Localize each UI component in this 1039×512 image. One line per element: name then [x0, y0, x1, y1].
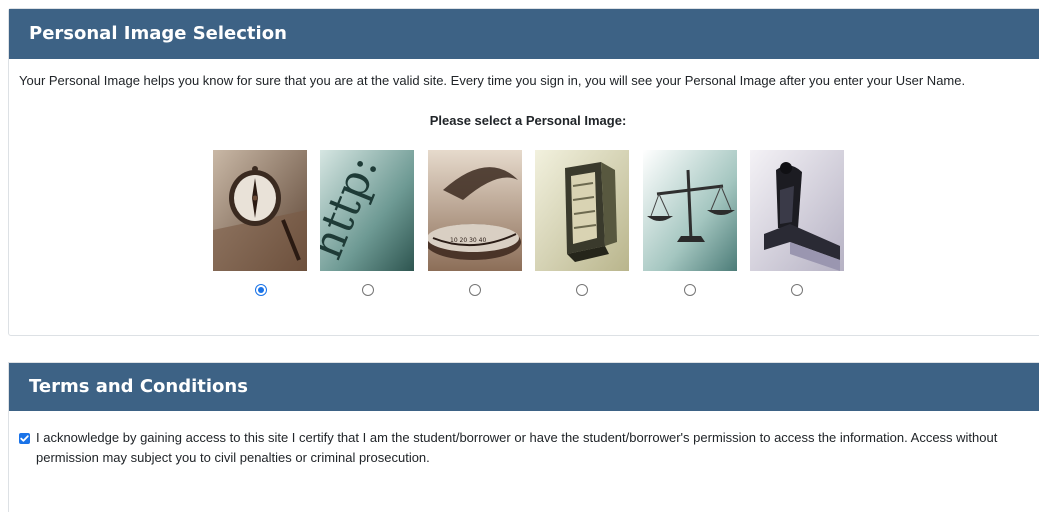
dial-image[interactable]: 10 20 30 40	[428, 150, 522, 271]
image-radio-1[interactable]	[255, 284, 267, 296]
image-radio-6[interactable]	[791, 284, 803, 296]
select-image-label: Please select a Personal Image:	[429, 113, 627, 128]
acknowledgement-text: I acknowledge by gaining access to this …	[36, 430, 998, 465]
personal-image-intro: Your Personal Image helps you know for s…	[19, 73, 966, 88]
image-radio-5[interactable]	[684, 284, 696, 296]
personal-image-panel: Personal Image Selection	[8, 8, 1039, 336]
scales-image[interactable]	[643, 150, 737, 271]
http-text-image[interactable]: http:	[320, 150, 414, 271]
compass-image[interactable]	[213, 150, 307, 271]
safe-image[interactable]	[535, 150, 629, 271]
image-radio-4[interactable]	[576, 284, 588, 296]
stapler-image[interactable]	[750, 150, 844, 271]
image-radio-2[interactable]	[362, 284, 374, 296]
terms-header: Terms and Conditions	[9, 363, 1039, 411]
personal-image-header: Personal Image Selection	[9, 9, 1039, 59]
svg-text:10 20 30 40: 10 20 30 40	[450, 237, 486, 244]
checkmark-icon	[20, 435, 29, 442]
acknowledge-checkbox[interactable]	[19, 433, 30, 444]
image-radio-3[interactable]	[469, 284, 481, 296]
